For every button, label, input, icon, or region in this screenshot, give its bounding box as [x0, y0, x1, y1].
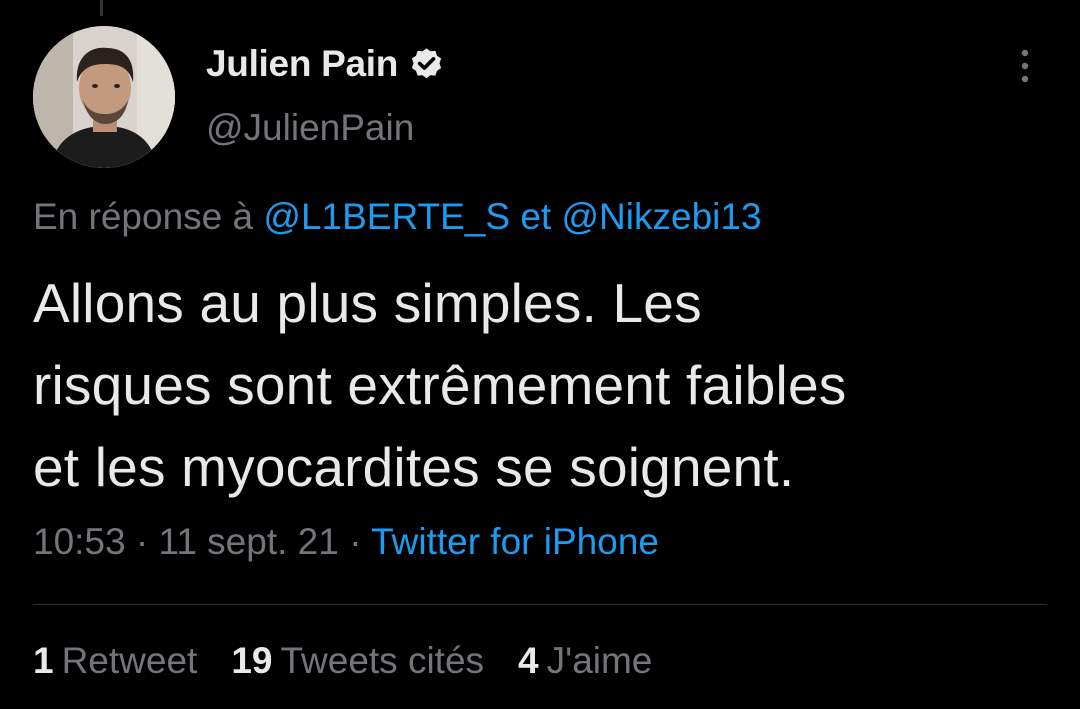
- retweets-stat[interactable]: 1 Retweet: [33, 640, 197, 682]
- avatar[interactable]: [33, 26, 175, 168]
- reply-mention-2[interactable]: @Nikzebi13: [561, 196, 761, 237]
- tweet-stats: 1 Retweet 19 Tweets cités 4 J'aime: [33, 640, 686, 682]
- tweet-time[interactable]: 10:53: [33, 521, 126, 562]
- tweet-source-link[interactable]: Twitter for iPhone: [371, 521, 659, 562]
- retweets-count: 1: [33, 640, 54, 681]
- meta-separator: ·: [135, 521, 149, 562]
- quote-tweets-count: 19: [231, 640, 273, 681]
- retweets-label: Retweet: [61, 640, 198, 681]
- tweet-text-line: Allons au plus simples. Les: [33, 272, 702, 334]
- meta-separator: ·: [349, 521, 362, 562]
- avatar-photo: [33, 26, 175, 168]
- divider: [33, 604, 1047, 605]
- quote-tweets-label: Tweets cités: [280, 640, 485, 681]
- tweet-meta: 10:53 · 11 sept. 21 · Twitter for iPhone: [33, 521, 659, 563]
- likes-stat[interactable]: 4 J'aime: [518, 640, 652, 682]
- likes-count: 4: [518, 640, 539, 681]
- tweet-date[interactable]: 11 sept. 21: [158, 521, 338, 562]
- reply-context: En réponse à @L1BERTE_S et @Nikzebi13: [33, 196, 762, 238]
- user-handle[interactable]: @JulienPain: [206, 107, 414, 149]
- reply-prefix: En réponse à: [33, 196, 254, 237]
- name-row: Julien Pain: [206, 40, 445, 88]
- reply-joiner: et: [520, 196, 552, 237]
- reply-mention-1[interactable]: @L1BERTE_S: [263, 196, 510, 237]
- more-vertical-icon[interactable]: [1012, 46, 1038, 86]
- verified-badge-icon: [408, 46, 445, 83]
- display-name[interactable]: Julien Pain: [206, 43, 398, 85]
- quote-tweets-stat[interactable]: 19 Tweets cités: [231, 640, 484, 682]
- tweet-text: Allons au plus simples. Les risques sont…: [33, 262, 1043, 508]
- likes-label: J'aime: [546, 640, 653, 681]
- thread-connector-line: [100, 0, 103, 16]
- tweet-text-line: risques sont extrêmement faibles: [33, 354, 847, 416]
- tweet-text-line: et les myocardites se soignent.: [33, 436, 795, 498]
